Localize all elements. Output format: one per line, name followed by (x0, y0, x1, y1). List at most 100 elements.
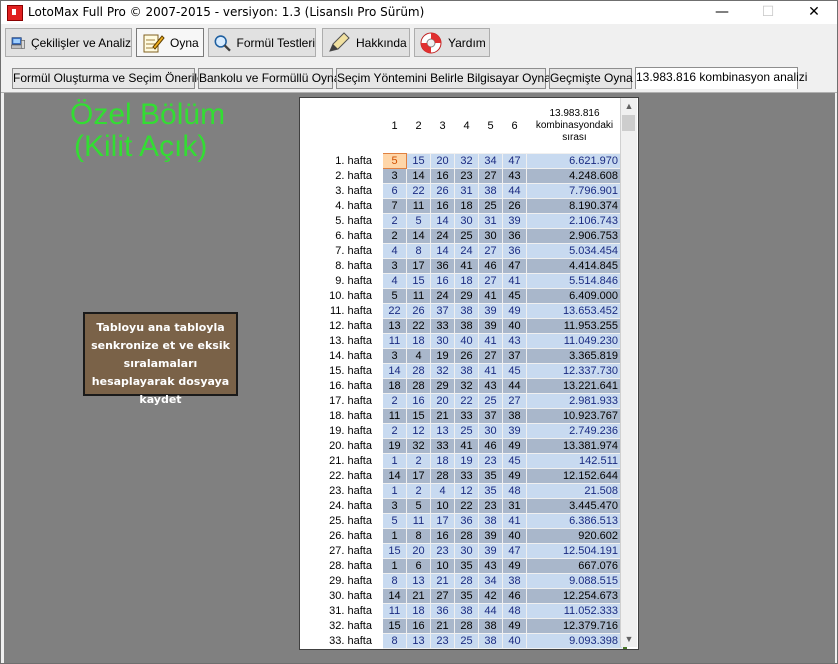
number-cell[interactable]: 16 (430, 528, 455, 544)
number-cell[interactable]: 36 (502, 243, 527, 259)
order-cell[interactable]: 12.379.716 (526, 618, 623, 634)
number-cell[interactable]: 46 (478, 258, 503, 274)
number-cell[interactable]: 42 (478, 588, 503, 604)
table-row[interactable]: 4. hafta 7 11 16 18 25 26 8.190.374 (300, 198, 627, 214)
number-cell[interactable]: 8 (406, 528, 431, 544)
order-cell[interactable]: 11.049.230 (526, 333, 623, 349)
table-row[interactable]: 10. hafta 5 11 24 29 41 45 6.409.000 (300, 288, 627, 304)
number-cell[interactable]: 37 (478, 408, 503, 424)
number-cell[interactable]: 28 (406, 363, 431, 379)
number-cell[interactable]: 21 (430, 573, 455, 589)
order-cell[interactable]: 3.445.470 (526, 498, 623, 514)
grid-vertical-scrollbar[interactable]: ▲ ▼ (620, 98, 637, 647)
number-cell[interactable]: 34 (478, 573, 503, 589)
number-cell[interactable]: 22 (454, 498, 479, 514)
table-row[interactable]: 20. hafta 19 32 33 41 46 49 13.381.974 (300, 438, 627, 454)
order-cell[interactable]: 13.381.974 (526, 438, 623, 454)
number-cell[interactable]: 5 (382, 288, 407, 304)
number-cell[interactable]: 21 (406, 588, 431, 604)
minimize-button[interactable]: — (699, 1, 745, 24)
number-cell[interactable]: 2 (382, 393, 407, 409)
number-cell[interactable]: 26 (430, 183, 455, 199)
number-cell[interactable]: 23 (478, 498, 503, 514)
number-cell[interactable]: 14 (430, 243, 455, 259)
number-cell[interactable]: 37 (430, 303, 455, 319)
number-cell[interactable]: 31 (454, 183, 479, 199)
play-button[interactable]: Oyna (136, 28, 204, 57)
number-cell[interactable]: 38 (454, 603, 479, 619)
number-cell[interactable]: 28 (454, 573, 479, 589)
number-cell[interactable]: 17 (430, 513, 455, 529)
number-cell[interactable]: 26 (454, 348, 479, 364)
number-cell[interactable]: 27 (478, 348, 503, 364)
number-cell[interactable]: 10 (430, 498, 455, 514)
number-cell[interactable]: 33 (454, 408, 479, 424)
number-cell[interactable]: 1 (382, 483, 407, 499)
sync-save-button[interactable]: Tabloyu ana tabloyla senkronize et ve ek… (83, 312, 238, 406)
number-cell[interactable]: 28 (430, 468, 455, 484)
table-row[interactable]: 15. hafta 14 28 32 38 41 45 12.337.730 (300, 363, 627, 379)
table-row[interactable]: 30. hafta 14 21 27 35 42 46 12.254.673 (300, 588, 627, 604)
number-cell[interactable]: 15 (406, 273, 431, 289)
number-cell[interactable]: 39 (478, 528, 503, 544)
table-row[interactable]: 9. hafta 4 15 16 18 27 41 5.514.846 (300, 273, 627, 289)
table-row[interactable]: 1. hafta 5 15 20 32 34 47 6.621.970 (300, 153, 627, 169)
number-cell[interactable]: 11 (382, 408, 407, 424)
number-cell[interactable]: 45 (502, 453, 527, 469)
number-cell[interactable]: 35 (454, 558, 479, 574)
table-row[interactable]: 14. hafta 3 4 19 26 27 37 3.365.819 (300, 348, 627, 364)
table-row[interactable]: 11. hafta 22 26 37 38 39 49 13.653.452 (300, 303, 627, 319)
number-cell[interactable]: 40 (454, 333, 479, 349)
number-cell[interactable]: 49 (502, 558, 527, 574)
number-cell[interactable]: 21 (430, 618, 455, 634)
table-row[interactable]: 8. hafta 3 17 36 41 46 47 4.414.845 (300, 258, 627, 274)
number-cell[interactable]: 38 (478, 513, 503, 529)
number-cell[interactable]: 41 (454, 258, 479, 274)
number-cell[interactable]: 36 (454, 513, 479, 529)
scroll-down-icon[interactable]: ▼ (621, 631, 637, 647)
number-cell[interactable]: 24 (430, 228, 455, 244)
number-cell[interactable]: 18 (406, 333, 431, 349)
order-cell[interactable]: 9.088.515 (526, 573, 623, 589)
order-cell[interactable]: 3.365.819 (526, 348, 623, 364)
table-row[interactable]: 26. hafta 1 8 16 28 39 40 920.602 (300, 528, 627, 544)
number-cell[interactable]: 22 (382, 303, 407, 319)
help-button[interactable]: Yardım (414, 28, 490, 57)
order-cell[interactable]: 2.749.236 (526, 423, 623, 439)
number-cell[interactable]: 22 (406, 183, 431, 199)
number-cell[interactable]: 13 (406, 573, 431, 589)
number-cell[interactable]: 1 (382, 453, 407, 469)
number-cell[interactable]: 18 (406, 603, 431, 619)
table-row[interactable]: 7. hafta 4 8 14 24 27 36 5.034.454 (300, 243, 627, 259)
order-cell[interactable]: 5.514.846 (526, 273, 623, 289)
order-cell[interactable]: 12.504.191 (526, 543, 623, 559)
number-cell[interactable]: 5 (382, 153, 407, 169)
order-cell[interactable]: 6.409.000 (526, 288, 623, 304)
number-cell[interactable]: 17 (406, 258, 431, 274)
number-cell[interactable]: 1 (382, 528, 407, 544)
number-cell[interactable]: 3 (382, 168, 407, 184)
order-cell[interactable]: 142.511 (526, 453, 623, 469)
number-cell[interactable]: 36 (430, 603, 455, 619)
number-cell[interactable]: 22 (454, 393, 479, 409)
number-cell[interactable]: 20 (430, 393, 455, 409)
number-cell[interactable]: 38 (502, 573, 527, 589)
close-button[interactable]: ✕ (791, 1, 837, 24)
number-cell[interactable]: 38 (454, 303, 479, 319)
order-cell[interactable]: 11.953.255 (526, 318, 623, 334)
tab-computer-play[interactable]: Seçim Yöntemini Belirle Bilgisayar Oynas… (336, 68, 567, 89)
number-cell[interactable]: 12 (454, 483, 479, 499)
number-cell[interactable]: 46 (478, 438, 503, 454)
number-cell[interactable]: 14 (382, 468, 407, 484)
number-cell[interactable]: 23 (454, 168, 479, 184)
number-cell[interactable]: 27 (502, 393, 527, 409)
number-cell[interactable]: 5 (406, 213, 431, 229)
number-cell[interactable]: 14 (382, 363, 407, 379)
number-cell[interactable]: 33 (430, 438, 455, 454)
number-cell[interactable]: 11 (406, 198, 431, 214)
number-cell[interactable]: 31 (478, 213, 503, 229)
order-cell[interactable]: 6.386.513 (526, 513, 623, 529)
table-row[interactable]: 25. hafta 5 11 17 36 38 41 6.386.513 (300, 513, 627, 529)
order-cell[interactable]: 7.796.901 (526, 183, 623, 199)
number-cell[interactable]: 27 (430, 588, 455, 604)
